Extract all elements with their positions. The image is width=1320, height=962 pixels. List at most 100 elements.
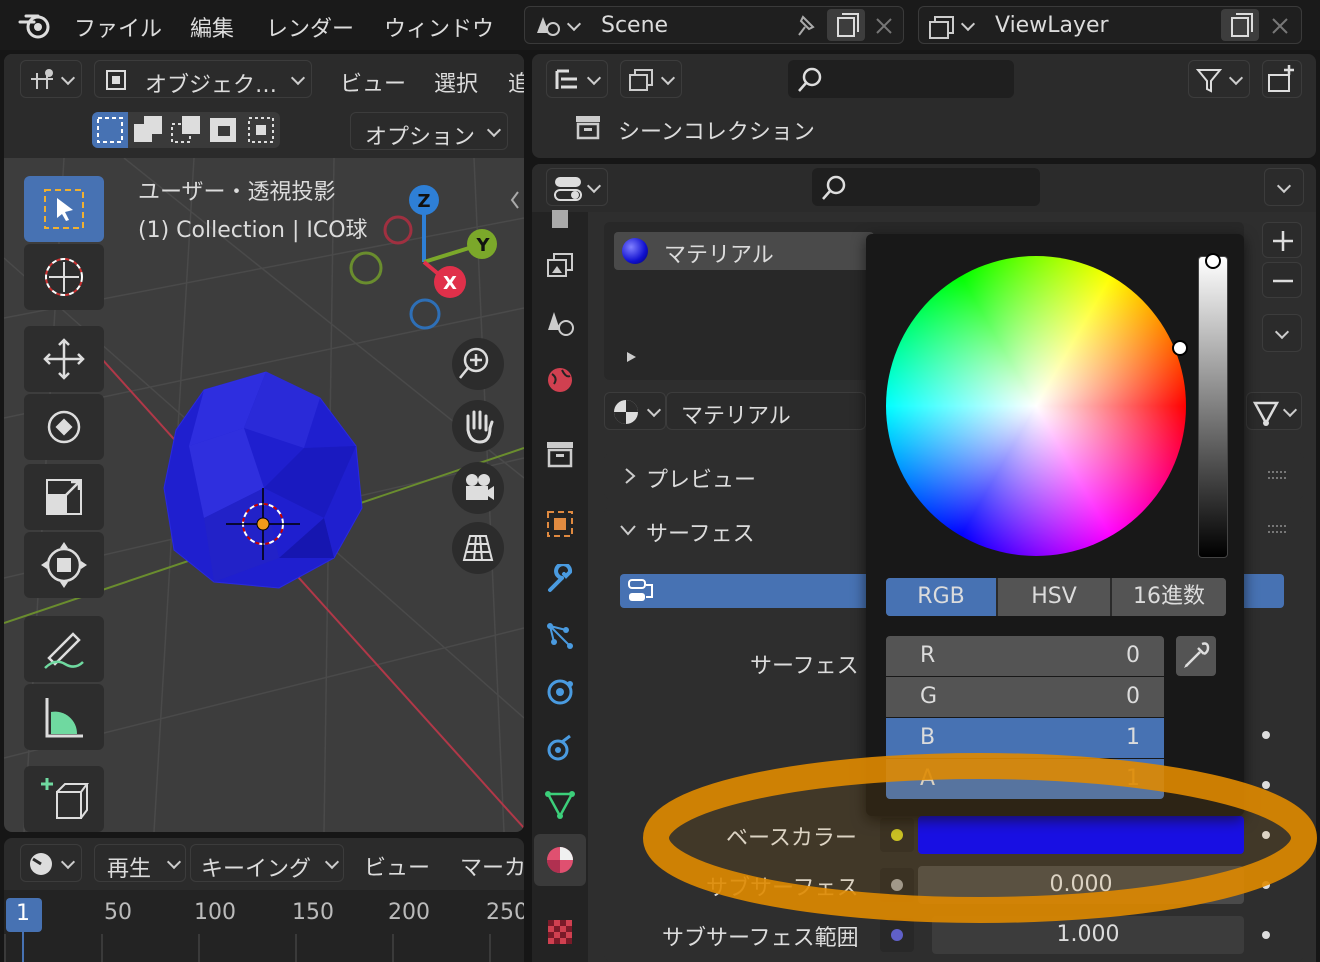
sidebar-toggle-icon[interactable] [508, 188, 522, 212]
base-color-swatch[interactable] [918, 816, 1244, 854]
value-slider[interactable] [1198, 253, 1228, 558]
viewport-menu-add[interactable]: 追 [508, 66, 524, 98]
viewlayer-selector[interactable]: ViewLayer [918, 6, 1302, 44]
material-browse-button[interactable] [604, 392, 666, 430]
drag-handle-icon[interactable] [1266, 470, 1290, 480]
physics-tab[interactable] [538, 670, 582, 714]
tool-add-cube[interactable] [24, 766, 104, 832]
tab-rgb[interactable]: RGB [886, 578, 998, 616]
channel-g[interactable]: G 0 [886, 677, 1164, 717]
channel-b[interactable]: B 1 [886, 718, 1164, 758]
select-subtract-button[interactable] [168, 112, 204, 148]
close-icon[interactable] [873, 15, 895, 37]
select-intersect-button[interactable] [244, 112, 280, 148]
render-tab[interactable] [538, 244, 582, 288]
particles-tab[interactable] [538, 614, 582, 658]
material-tab[interactable] [534, 834, 586, 886]
subsurface-field[interactable]: 0.000 [918, 866, 1244, 904]
menu-window[interactable]: ウィンドウ [384, 11, 494, 43]
timeline-menu-marker[interactable]: マーカ [460, 850, 524, 882]
tool-rotate[interactable] [24, 394, 104, 460]
blender-logo-icon[interactable] [18, 10, 52, 40]
remove-slot-button[interactable] [1262, 262, 1302, 298]
constraints-tab[interactable] [538, 726, 582, 770]
viewlayer-name[interactable]: ViewLayer [995, 13, 1109, 38]
filter-button[interactable] [1188, 60, 1250, 98]
subsurface-radius-socket-button[interactable] [880, 918, 914, 952]
close-icon[interactable] [1269, 15, 1291, 37]
viewport-menu-view[interactable]: ビュー [340, 66, 406, 98]
node-link-button[interactable] [1246, 392, 1302, 430]
surface-panel-label[interactable]: サーフェス [646, 516, 755, 548]
world-tab[interactable] [538, 358, 582, 402]
camera-button[interactable] [452, 462, 504, 514]
drag-handle-icon[interactable] [1266, 524, 1290, 534]
eyedropper-button[interactable] [1176, 636, 1216, 676]
tool-annotate[interactable] [24, 616, 104, 682]
scene-name[interactable]: Scene [601, 13, 668, 38]
color-wheel-cursor[interactable] [1172, 340, 1188, 356]
menu-file[interactable]: ファイル [74, 11, 162, 43]
scene-selector[interactable]: Scene [524, 6, 904, 44]
properties-options-button[interactable] [1264, 168, 1304, 206]
data-tab[interactable] [538, 782, 582, 826]
color-wheel[interactable] [886, 256, 1188, 556]
expand-icon[interactable] [624, 350, 638, 364]
outliner-editor-type[interactable] [546, 60, 608, 98]
subsurface-socket-button[interactable] [880, 868, 914, 902]
perspective-toggle-button[interactable] [452, 522, 504, 574]
material-name-field[interactable]: マテリアル [666, 392, 866, 430]
properties-search[interactable] [812, 168, 1040, 206]
tool-measure[interactable] [24, 684, 104, 750]
zoom-button[interactable] [452, 338, 504, 390]
tool-scale[interactable] [24, 464, 104, 530]
modifier-tab[interactable] [538, 558, 582, 602]
navigation-gizmo[interactable]: Z Y X [344, 182, 514, 332]
value-slider-handle[interactable] [1205, 253, 1221, 269]
channel-a[interactable]: A 1 [886, 759, 1164, 799]
collection-tab[interactable] [538, 432, 582, 476]
pin-icon[interactable] [791, 13, 819, 39]
add-slot-button[interactable] [1262, 222, 1302, 258]
channel-r[interactable]: R 0 [886, 636, 1164, 676]
new-viewlayer-button[interactable] [1221, 9, 1259, 41]
timeline-editor-type[interactable] [20, 844, 82, 882]
scene-collection-label[interactable]: シーンコレクション [618, 114, 815, 146]
keying-menu[interactable]: キーイング [190, 844, 344, 882]
properties-editor-type[interactable] [546, 168, 608, 206]
display-mode-button[interactable] [620, 60, 682, 98]
texture-tab[interactable] [538, 910, 582, 954]
tool-select-box[interactable] [24, 176, 104, 242]
select-invert-button[interactable] [206, 112, 242, 148]
pan-button[interactable] [452, 400, 504, 452]
mode-selector[interactable]: オブジェク… [94, 60, 312, 98]
tool-move[interactable] [24, 326, 104, 392]
select-new-button[interactable] [92, 112, 128, 148]
base-color-socket-button[interactable] [880, 818, 914, 852]
timeline-menu-view[interactable]: ビュー [364, 850, 430, 882]
tool-tab-icon[interactable] [538, 204, 582, 232]
editor-type-button[interactable] [20, 60, 82, 98]
outliner-search[interactable] [788, 60, 1014, 98]
material-slot-item[interactable]: マテリアル [614, 232, 874, 270]
new-collection-button[interactable] [1262, 60, 1302, 98]
chevron-down-icon[interactable] [618, 522, 638, 538]
tab-rgb-label: RGB [917, 584, 965, 609]
tab-hsv[interactable]: HSV [998, 578, 1112, 616]
new-scene-button[interactable] [827, 9, 865, 41]
object-tab[interactable] [538, 502, 582, 546]
tab-hex[interactable]: 16進数 [1112, 578, 1226, 616]
slot-specials-button[interactable] [1262, 314, 1302, 352]
menu-render[interactable]: レンダー [266, 11, 354, 43]
current-frame-indicator[interactable]: 1 [6, 898, 42, 932]
subsurface-radius-field[interactable]: 1.000 [932, 916, 1244, 954]
tool-transform[interactable] [24, 532, 104, 598]
menu-edit[interactable]: 編集 [190, 11, 234, 43]
options-dropdown[interactable]: オプション [350, 112, 508, 150]
tool-cursor[interactable] [24, 244, 104, 310]
playback-menu[interactable]: 再生 [94, 844, 186, 882]
viewport-menu-select[interactable]: 選択 [434, 66, 478, 98]
frame-ruler[interactable]: 1 50 100 150 200 250 [4, 890, 524, 962]
scene-tab[interactable] [538, 300, 582, 344]
select-extend-button[interactable] [130, 112, 166, 148]
